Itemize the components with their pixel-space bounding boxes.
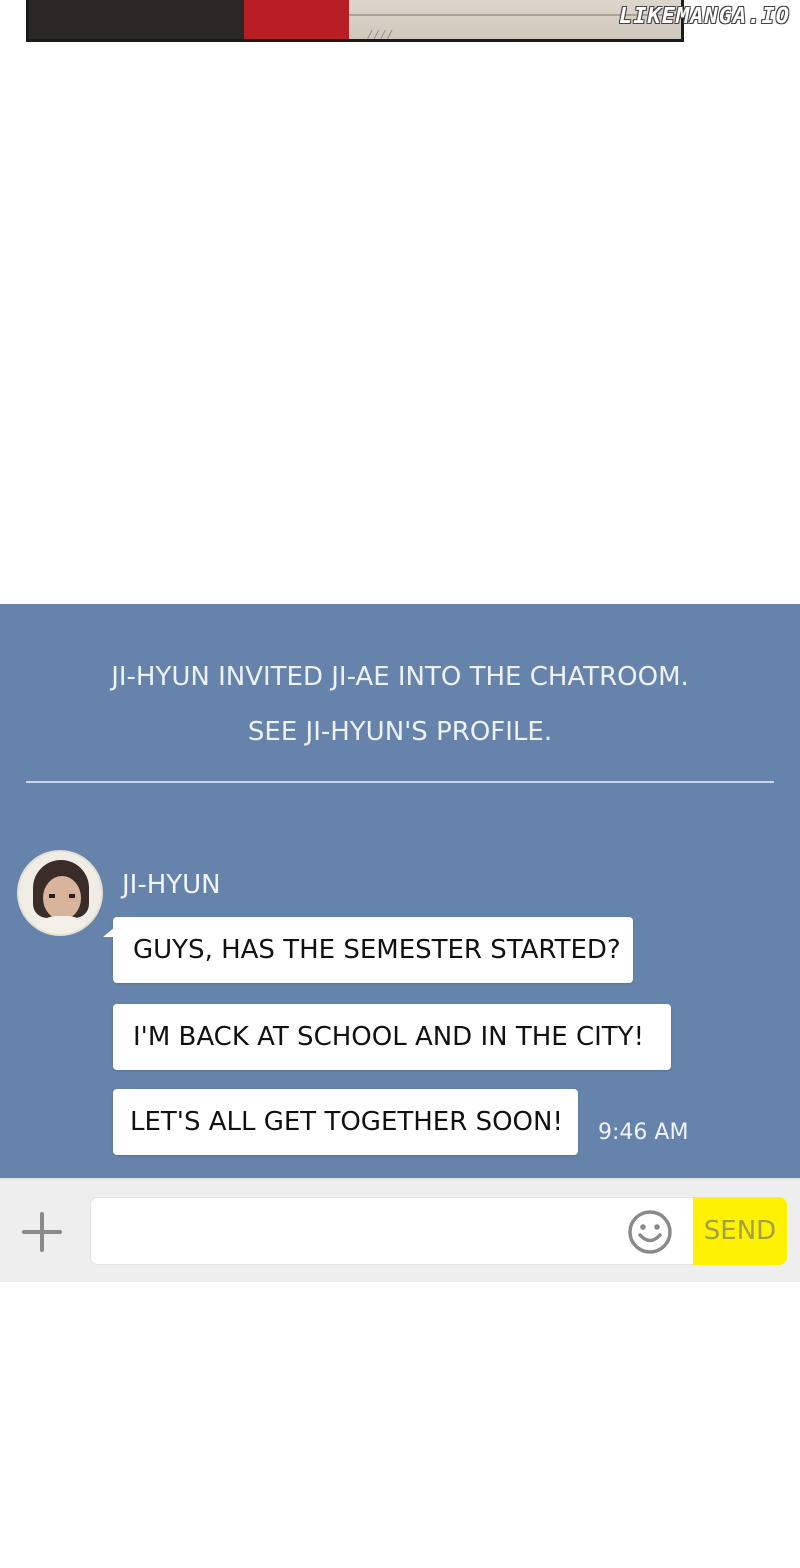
message-bubble[interactable]: LET'S ALL GET TOGETHER SOON! — [113, 1089, 578, 1155]
chat-area: JI-HYUN INVITED JI-AE INTO THE CHATROOM.… — [0, 604, 800, 1178]
system-message-profile-link[interactable]: SEE JI-HYUN'S PROFILE. — [0, 717, 800, 747]
message-input[interactable] — [90, 1197, 695, 1265]
send-button[interactable]: SEND — [693, 1197, 787, 1265]
panel-red-area — [244, 0, 349, 39]
system-message-invite: JI-HYUN INVITED JI-AE INTO THE CHATROOM. — [111, 662, 689, 692]
message-bubble[interactable]: I'M BACK AT SCHOOL AND IN THE CITY! — [113, 1004, 671, 1070]
message-bubble[interactable]: GUYS, HAS THE SEMESTER STARTED? — [103, 917, 633, 983]
sender-name: JI-HYUN — [122, 870, 221, 900]
plus-icon[interactable] — [18, 1208, 66, 1256]
watermark: LIKEMANGA.IO — [619, 4, 790, 29]
avatar[interactable] — [17, 850, 103, 936]
manga-panel-fragment: //// — [26, 0, 684, 42]
panel-hatch-marks: //// — [367, 28, 394, 41]
message-timestamp: 9:46 AM — [598, 1120, 689, 1145]
panel-dark-area — [29, 0, 244, 39]
input-bar: SEND — [0, 1178, 800, 1282]
divider — [26, 781, 774, 783]
smiley-icon[interactable] — [627, 1209, 673, 1255]
